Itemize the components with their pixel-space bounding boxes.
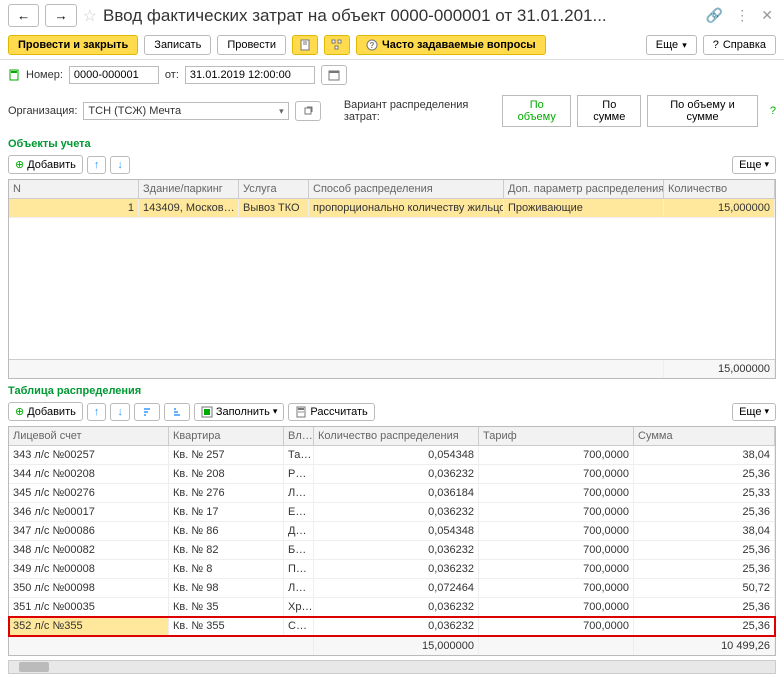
move-up-button-2[interactable]: ↑	[87, 403, 107, 421]
distribution-table: Лицевой счет Квартира Вл… Количество рас…	[8, 426, 776, 656]
table-row[interactable]: 352 л/с №355Кв. № 355С…0,036232700,00002…	[9, 617, 775, 636]
calendar-button[interactable]	[321, 65, 347, 85]
number-label: Номер:	[26, 69, 63, 81]
add-row-button-2[interactable]: ⊕ Добавить	[8, 402, 83, 421]
table-row[interactable]: 349 л/с №00008Кв. № 8П…0,036232700,00002…	[9, 560, 775, 579]
arrow-up-icon: ↑	[94, 406, 100, 418]
move-up-button-1[interactable]: ↑	[87, 156, 107, 174]
tree-icon	[331, 39, 343, 51]
org-label: Организация:	[8, 105, 77, 117]
arrow-up-icon: ↑	[94, 159, 100, 171]
table-row[interactable]: 351 л/с №00035Кв. № 35Хр…0,036232700,000…	[9, 598, 775, 617]
col-tariff[interactable]: Тариф	[479, 427, 634, 445]
link-icon[interactable]: 🔗	[703, 7, 726, 24]
table-row[interactable]: 346 л/с №00017Кв. № 17Е…0,036232700,0000…	[9, 503, 775, 522]
more-button-2[interactable]: Еще ▾	[732, 403, 776, 421]
table-header-2: Лицевой счет Квартира Вл… Количество рас…	[9, 427, 775, 446]
footer-qty-2: 15,000000	[314, 637, 479, 655]
fill-icon	[201, 406, 213, 418]
dist-label: Вариант распределения затрат:	[344, 99, 496, 123]
footer-qty-1: 15,000000	[664, 360, 775, 378]
kebab-icon[interactable]: ⋮	[732, 7, 752, 24]
from-label: от:	[165, 69, 179, 81]
close-icon[interactable]: ✕	[758, 7, 776, 24]
calendar-icon	[328, 69, 340, 81]
number-input[interactable]	[69, 66, 159, 84]
add-row-button-1[interactable]: ⊕ Добавить	[8, 155, 83, 174]
sort-desc-button[interactable]	[164, 403, 190, 421]
section1-title: Объекты учета	[0, 132, 784, 152]
dist-volume-button[interactable]: По объему	[502, 95, 571, 127]
date-input[interactable]	[185, 66, 315, 84]
arrow-down-icon: ↓	[117, 406, 123, 418]
footer-sum-2: 10 499,26	[634, 637, 775, 655]
scrollbar-thumb[interactable]	[19, 662, 49, 672]
horizontal-scrollbar[interactable]	[8, 660, 776, 674]
faq-button[interactable]: ? Часто задаваемые вопросы	[356, 35, 546, 55]
objects-table: N Здание/паркинг Услуга Способ распредел…	[8, 179, 776, 379]
post-and-close-button[interactable]: Провести и закрыть	[8, 35, 138, 55]
table-row[interactable]: 1 143409, Москов… Вывоз ТКО пропорционал…	[9, 199, 775, 218]
help-button[interactable]: ? Справка	[703, 35, 776, 55]
plus-icon: ⊕	[15, 158, 24, 171]
back-button[interactable]: ←	[8, 4, 39, 27]
table-row[interactable]: 344 л/с №00208Кв. № 208Р…0,036232700,000…	[9, 465, 775, 484]
dist-both-button[interactable]: По объему и сумме	[647, 95, 758, 127]
open-icon	[302, 105, 314, 117]
svg-text:?: ?	[370, 41, 375, 50]
favorite-icon[interactable]: ☆	[83, 6, 97, 26]
calc-icon	[295, 406, 307, 418]
faq-icon: ?	[366, 39, 378, 51]
fill-button[interactable]: Заполнить ▾	[194, 403, 285, 421]
org-open-button[interactable]	[295, 101, 321, 121]
more-button-1[interactable]: Еще ▾	[732, 156, 776, 174]
col-param[interactable]: Доп. параметр распределения	[504, 180, 664, 198]
table-row[interactable]: 343 л/с №00257Кв. № 257Та…0,054348700,00…	[9, 446, 775, 465]
structure-button[interactable]	[324, 35, 350, 55]
table-row[interactable]: 347 л/с №00086Кв. № 86Д…0,054348700,0000…	[9, 522, 775, 541]
move-down-button-2[interactable]: ↓	[110, 403, 130, 421]
save-button[interactable]: Записать	[144, 35, 211, 55]
col-building[interactable]: Здание/паркинг	[139, 180, 239, 198]
col-method[interactable]: Способ распределения	[309, 180, 504, 198]
col-account[interactable]: Лицевой счет	[9, 427, 169, 445]
more-button[interactable]: Еще ▾	[646, 35, 697, 55]
col-n[interactable]: N	[9, 180, 139, 198]
table-row[interactable]: 348 л/с №00082Кв. № 82Б…0,036232700,0000…	[9, 541, 775, 560]
col-sum[interactable]: Сумма	[634, 427, 775, 445]
col-qty2[interactable]: Количество распределения	[314, 427, 479, 445]
report-button[interactable]	[292, 35, 318, 55]
sort-desc-icon	[171, 406, 183, 418]
col-qty[interactable]: Количество	[664, 180, 775, 198]
table-row[interactable]: 345 л/с №00276Кв. № 276Л…0,036184700,000…	[9, 484, 775, 503]
dist-help-icon[interactable]: ?	[764, 105, 776, 117]
col-owner[interactable]: Вл…	[284, 427, 314, 445]
post-button[interactable]: Провести	[217, 35, 286, 55]
sort-asc-icon	[141, 406, 153, 418]
table-header: N Здание/паркинг Услуга Способ распредел…	[9, 180, 775, 199]
arrow-down-icon: ↓	[117, 159, 123, 171]
chevron-down-icon: ▾	[275, 106, 284, 117]
document-icon	[299, 39, 311, 51]
col-flat[interactable]: Квартира	[169, 427, 284, 445]
section2-title: Таблица распределения	[0, 379, 784, 399]
page-title: Ввод фактических затрат на объект 0000-0…	[103, 6, 697, 26]
calc-button[interactable]: Рассчитать	[288, 403, 374, 421]
org-dropdown[interactable]: ТСН (ТСЖ) Мечта ▾	[83, 102, 288, 120]
move-down-button-1[interactable]: ↓	[110, 156, 130, 174]
col-service[interactable]: Услуга	[239, 180, 309, 198]
forward-button[interactable]: →	[45, 4, 76, 27]
doc-icon	[8, 69, 20, 81]
sort-asc-button[interactable]	[134, 403, 160, 421]
plus-icon: ⊕	[15, 405, 24, 418]
dist-sum-button[interactable]: По сумме	[577, 95, 641, 127]
table-row[interactable]: 350 л/с №00098Кв. № 98Л…0,072464700,0000…	[9, 579, 775, 598]
